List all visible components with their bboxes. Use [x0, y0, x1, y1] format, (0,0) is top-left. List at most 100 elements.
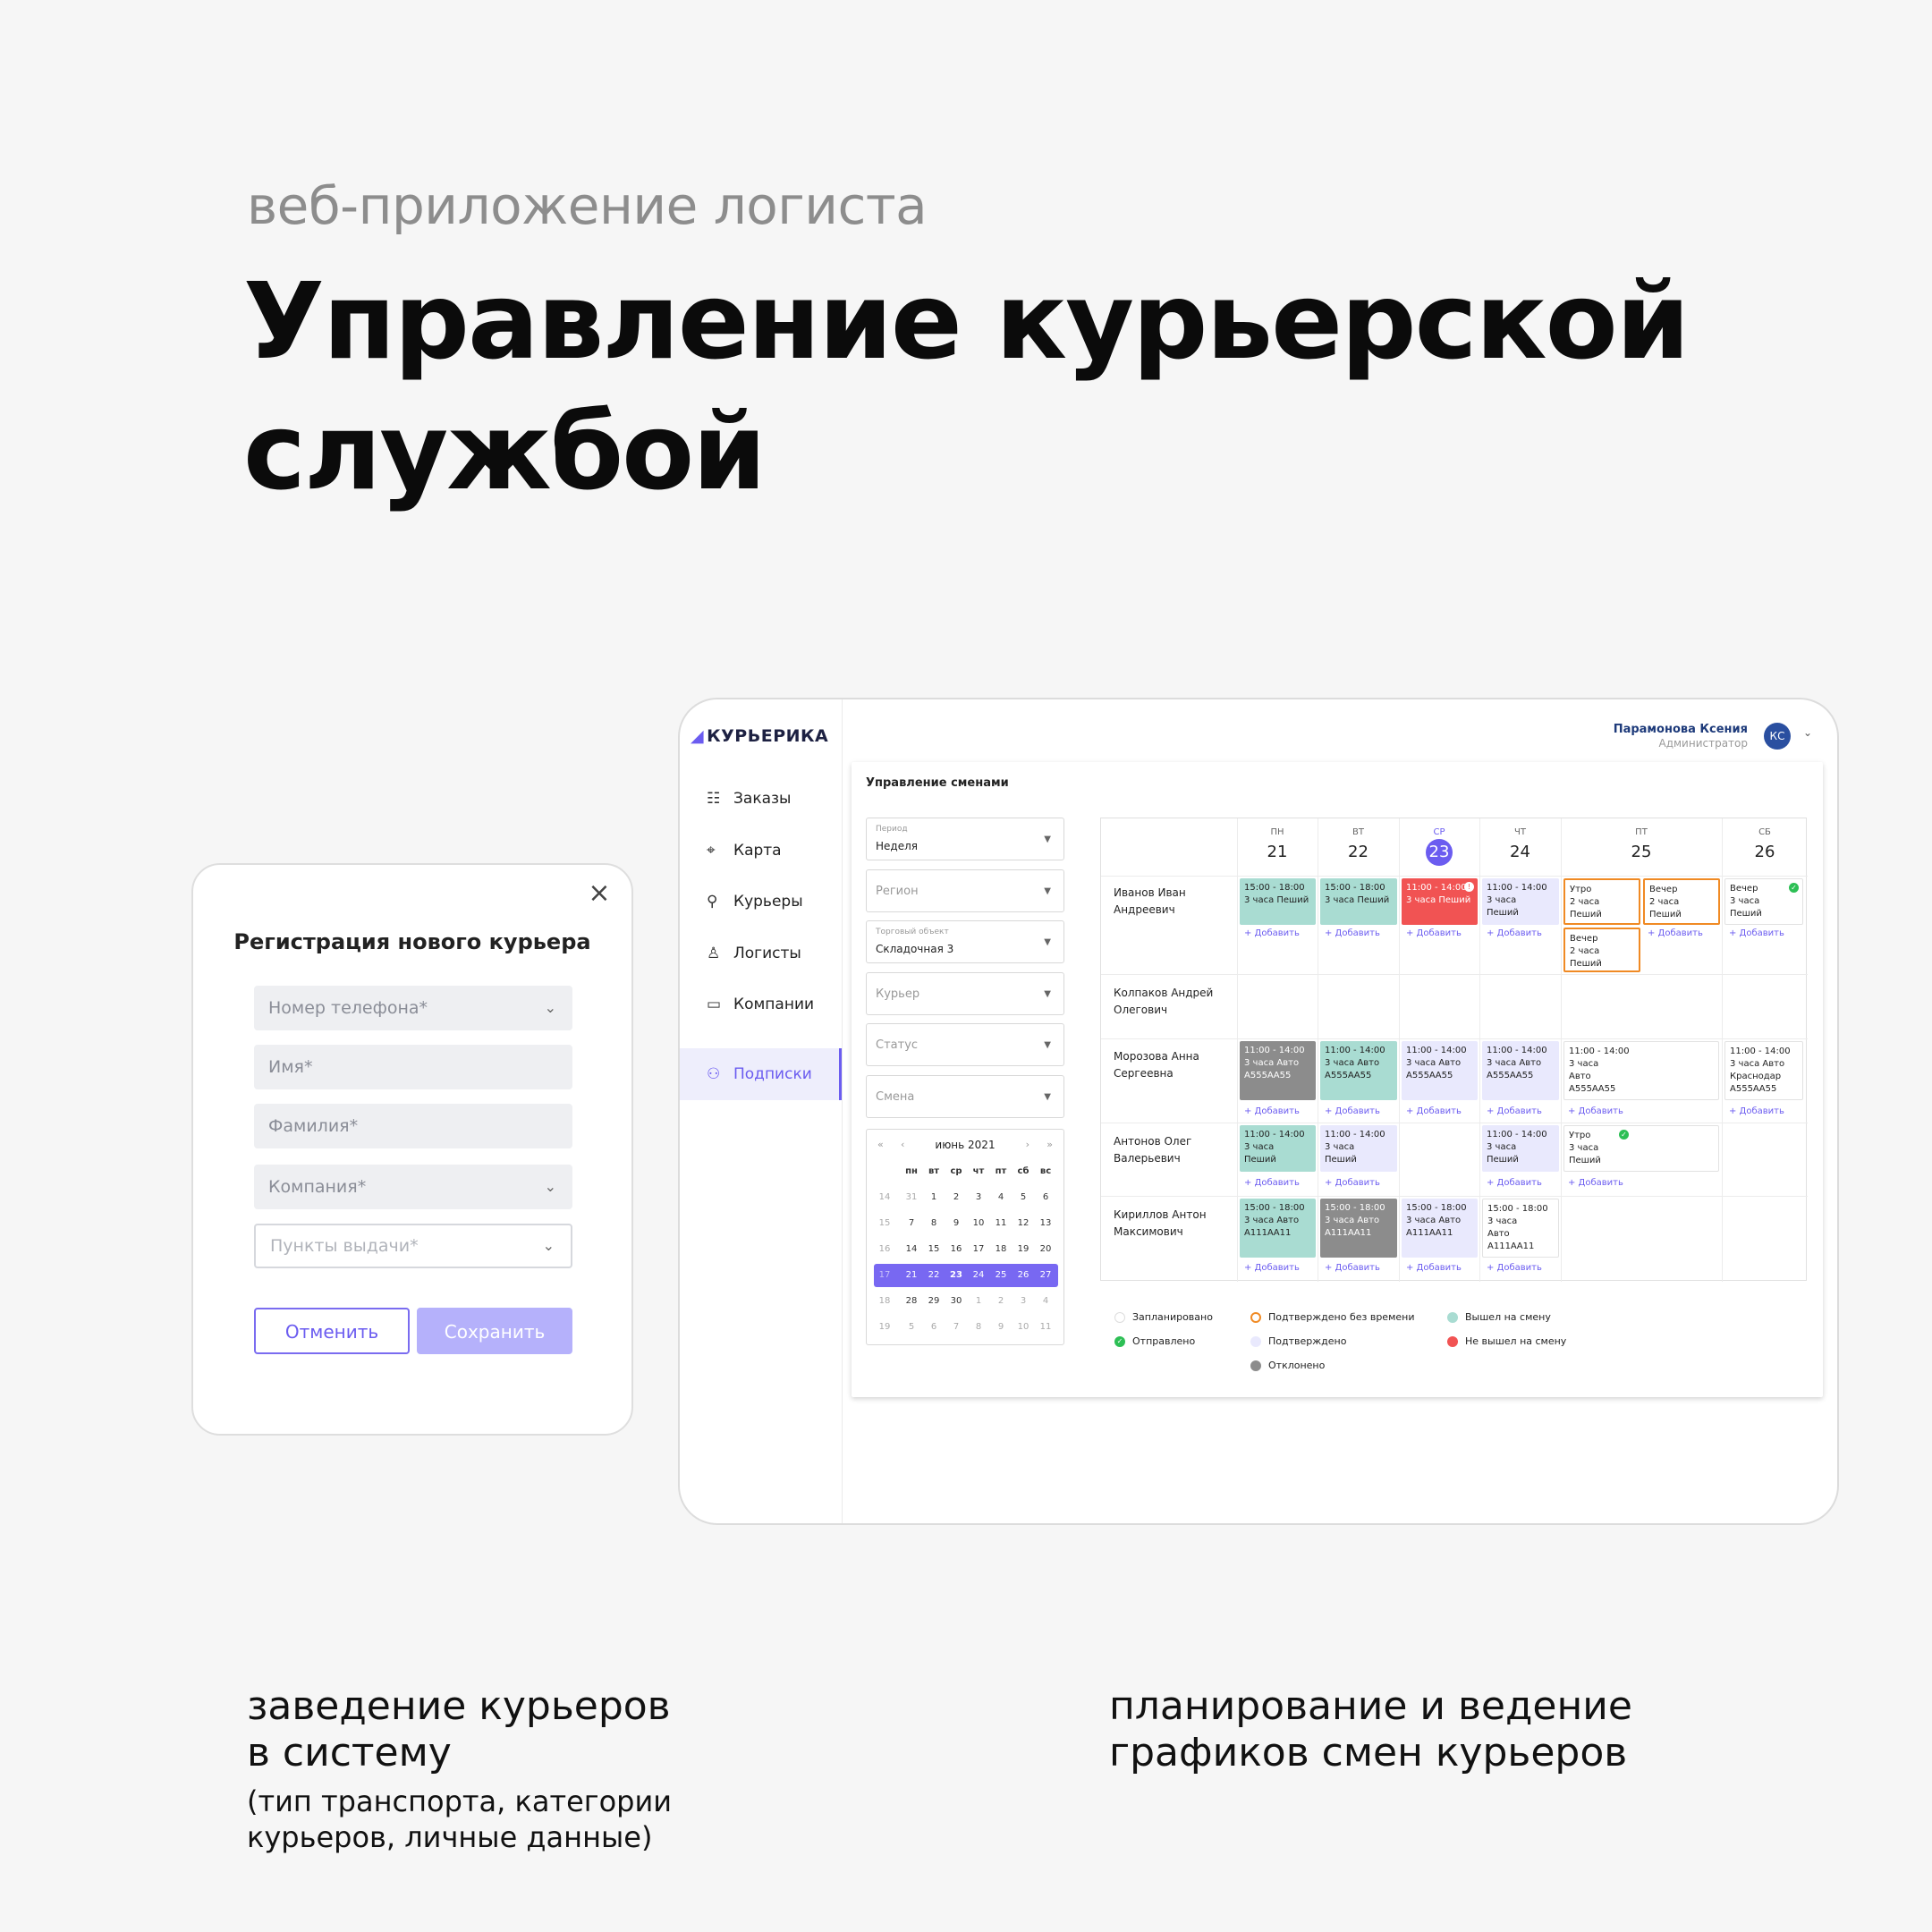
close-icon[interactable]: × [587, 880, 612, 907]
shift-card[interactable]: 15:00 - 18:00 3 часа Авто А111АА11 [1240, 1199, 1316, 1258]
shift-card[interactable]: Вечер 2 часа Пеший [1643, 878, 1720, 925]
calendar-day[interactable]: 2 [990, 1290, 1012, 1313]
surname-input[interactable]: Фамилия* [254, 1104, 572, 1148]
logo[interactable]: ◢ КУРЬЕРИКА [691, 726, 828, 746]
shift-card[interactable]: 11:00 - 14:00 3 часа Пеший [1240, 1125, 1316, 1172]
shift-card[interactable]: Утро 2 часа Пеший [1563, 878, 1640, 925]
sidebar-item-map[interactable]: ⌖ Карта [680, 825, 842, 877]
calendar-day[interactable]: 9 [945, 1212, 967, 1235]
shift-card[interactable]: Утро 3 часа Пеший ✓ [1563, 1125, 1719, 1172]
shift-card[interactable]: 11:00 - 14:00 3 часа Авто Краснодар А555АА5… [1724, 1041, 1803, 1100]
avatar[interactable]: КС [1764, 723, 1791, 750]
calendar-day[interactable]: 7 [945, 1316, 967, 1339]
add-shift-link[interactable]: + Добавить [1487, 928, 1542, 938]
shift-card[interactable]: 15:00 - 18:00 3 часа Авто А111АА11 [1320, 1199, 1397, 1258]
add-shift-link[interactable]: + Добавить [1325, 1263, 1380, 1273]
calendar-day[interactable]: 28 [901, 1290, 922, 1313]
add-shift-link[interactable]: + Добавить [1244, 1178, 1300, 1188]
sidebar-item-couriers[interactable]: ⚲ Курьеры [680, 876, 842, 928]
shift-card[interactable]: 11:00 - 14:00 3 часа Пеший [1482, 878, 1559, 925]
shift-card[interactable]: 11:00 - 14:00 3 часа Авто А555АА55 [1240, 1041, 1316, 1100]
add-shift-link[interactable]: + Добавить [1325, 1178, 1380, 1188]
shift-card[interactable]: 15:00 - 18:00 3 часа Авто А111АА11 [1402, 1199, 1478, 1258]
calendar-day[interactable]: 13 [1035, 1212, 1056, 1235]
calendar-day[interactable]: 12 [1013, 1212, 1034, 1235]
sidebar-item-companies[interactable]: ▭ Компании [680, 979, 842, 1030]
calendar-day[interactable]: 7 [901, 1212, 922, 1235]
calendar-day[interactable]: 4 [1035, 1290, 1056, 1313]
store-select[interactable]: Торговый объект Складочная 3 ▼ [866, 920, 1064, 963]
shift-card[interactable]: 11:00 - 14:00 3 часа Авто А555АА55 [1402, 1041, 1478, 1100]
calendar-day[interactable]: 15 [923, 1238, 945, 1261]
shift-card[interactable]: 15:00 - 18:00 3 часа Пеший [1320, 878, 1397, 925]
add-shift-link[interactable]: + Добавить [1648, 928, 1703, 938]
calendar-day[interactable]: 19 [1013, 1238, 1034, 1261]
shift-select[interactable]: Смена ▼ [866, 1075, 1064, 1118]
calendar-day[interactable]: 5 [901, 1316, 922, 1339]
add-shift-link[interactable]: + Добавить [1325, 928, 1380, 938]
chevron-down-icon[interactable]: ⌄ [1803, 726, 1812, 739]
calendar-day[interactable]: 11 [1035, 1316, 1056, 1339]
calendar-day-today[interactable]: 23 [945, 1264, 967, 1287]
shift-card[interactable]: 11:00 - 14:00 3 часа Авто А555АА55 [1320, 1041, 1397, 1100]
courier-name[interactable]: Кириллов Антон Максимович [1114, 1207, 1239, 1241]
next-month-icon[interactable]: › [1026, 1139, 1030, 1150]
calendar-day[interactable]: 25 [990, 1264, 1012, 1287]
calendar-day[interactable]: 8 [923, 1212, 945, 1235]
calendar-day[interactable]: 10 [1013, 1316, 1034, 1339]
add-shift-link[interactable]: + Добавить [1487, 1106, 1542, 1116]
courier-name[interactable]: Антонов Олег Валерьевич [1114, 1133, 1239, 1167]
add-shift-link[interactable]: + Добавить [1487, 1263, 1542, 1273]
calendar-day[interactable]: 31 [901, 1186, 922, 1209]
sidebar-item-logists[interactable]: ♙ Логисты [680, 928, 842, 979]
shift-card[interactable]: 11:00 - 14:00 3 часа Авто А555АА55 [1482, 1041, 1559, 1100]
shift-card[interactable]: Вечер 2 часа Пеший [1563, 928, 1640, 972]
add-shift-link[interactable]: + Добавить [1406, 1263, 1462, 1273]
courier-name[interactable]: Иванов Иван Андреевич [1114, 885, 1239, 919]
save-button[interactable]: Сохранить [417, 1308, 572, 1354]
courier-name[interactable]: Колпаков Андрей Олегович [1114, 985, 1239, 1019]
add-shift-link[interactable]: + Добавить [1568, 1106, 1623, 1116]
calendar-day[interactable]: 29 [923, 1290, 945, 1313]
add-shift-link[interactable]: + Добавить [1244, 928, 1300, 938]
sidebar-item-orders[interactable]: ☷ Заказы [680, 773, 842, 825]
calendar-day[interactable]: 21 [901, 1264, 922, 1287]
shift-card[interactable]: 11:00 - 14:00 3 часа Пеший ! [1402, 878, 1478, 925]
calendar-day[interactable]: 30 [945, 1290, 967, 1313]
calendar-selected-week[interactable]: 17 21 22 23 24 25 26 27 [874, 1264, 1058, 1287]
calendar-day[interactable]: 20 [1035, 1238, 1056, 1261]
cancel-button[interactable]: Отменить [254, 1308, 410, 1354]
calendar-day[interactable]: 16 [945, 1238, 967, 1261]
add-shift-link[interactable]: + Добавить [1406, 928, 1462, 938]
add-shift-link[interactable]: + Добавить [1568, 1178, 1623, 1188]
region-select[interactable]: Регион ▼ [866, 869, 1064, 912]
calendar-day[interactable]: 27 [1035, 1264, 1056, 1287]
period-select[interactable]: Период Неделя ▼ [866, 818, 1064, 860]
calendar-day[interactable]: 8 [968, 1316, 989, 1339]
calendar-day[interactable]: 4 [990, 1186, 1012, 1209]
add-shift-link[interactable]: + Добавить [1487, 1178, 1542, 1188]
calendar-day[interactable]: 3 [968, 1186, 989, 1209]
add-shift-link[interactable]: + Добавить [1244, 1106, 1300, 1116]
calendar-day[interactable]: 14 [901, 1238, 922, 1261]
sidebar-item-subscriptions[interactable]: ⚇ Подписки [680, 1048, 842, 1100]
calendar-day[interactable]: 1 [923, 1186, 945, 1209]
company-select[interactable]: Компания* ⌄ [254, 1165, 572, 1209]
calendar-day[interactable]: 26 [1013, 1264, 1034, 1287]
status-select[interactable]: Статус ▼ [866, 1023, 1064, 1066]
calendar-day[interactable]: 2 [945, 1186, 967, 1209]
shift-card[interactable]: 11:00 - 14:00 3 часа Пеший [1320, 1125, 1397, 1172]
shift-card[interactable]: 15:00 - 18:00 3 часа Авто А111АА11 [1482, 1199, 1559, 1258]
calendar-day[interactable]: 24 [968, 1264, 989, 1287]
calendar-day[interactable]: 10 [968, 1212, 989, 1235]
calendar-day[interactable]: 22 [923, 1264, 945, 1287]
pickup-points-select[interactable]: Пункты выдачи* ⌄ [254, 1224, 572, 1268]
name-input[interactable]: Имя* [254, 1045, 572, 1089]
shift-card[interactable]: 15:00 - 18:00 3 часа Пеший [1240, 878, 1316, 925]
phone-select[interactable]: Номер телефона* ⌄ [254, 986, 572, 1030]
add-shift-link[interactable]: + Добавить [1244, 1263, 1300, 1273]
add-shift-link[interactable]: + Добавить [1325, 1106, 1380, 1116]
add-shift-link[interactable]: + Добавить [1729, 928, 1784, 938]
courier-select[interactable]: Курьер ▼ [866, 972, 1064, 1015]
add-shift-link[interactable]: + Добавить [1406, 1106, 1462, 1116]
